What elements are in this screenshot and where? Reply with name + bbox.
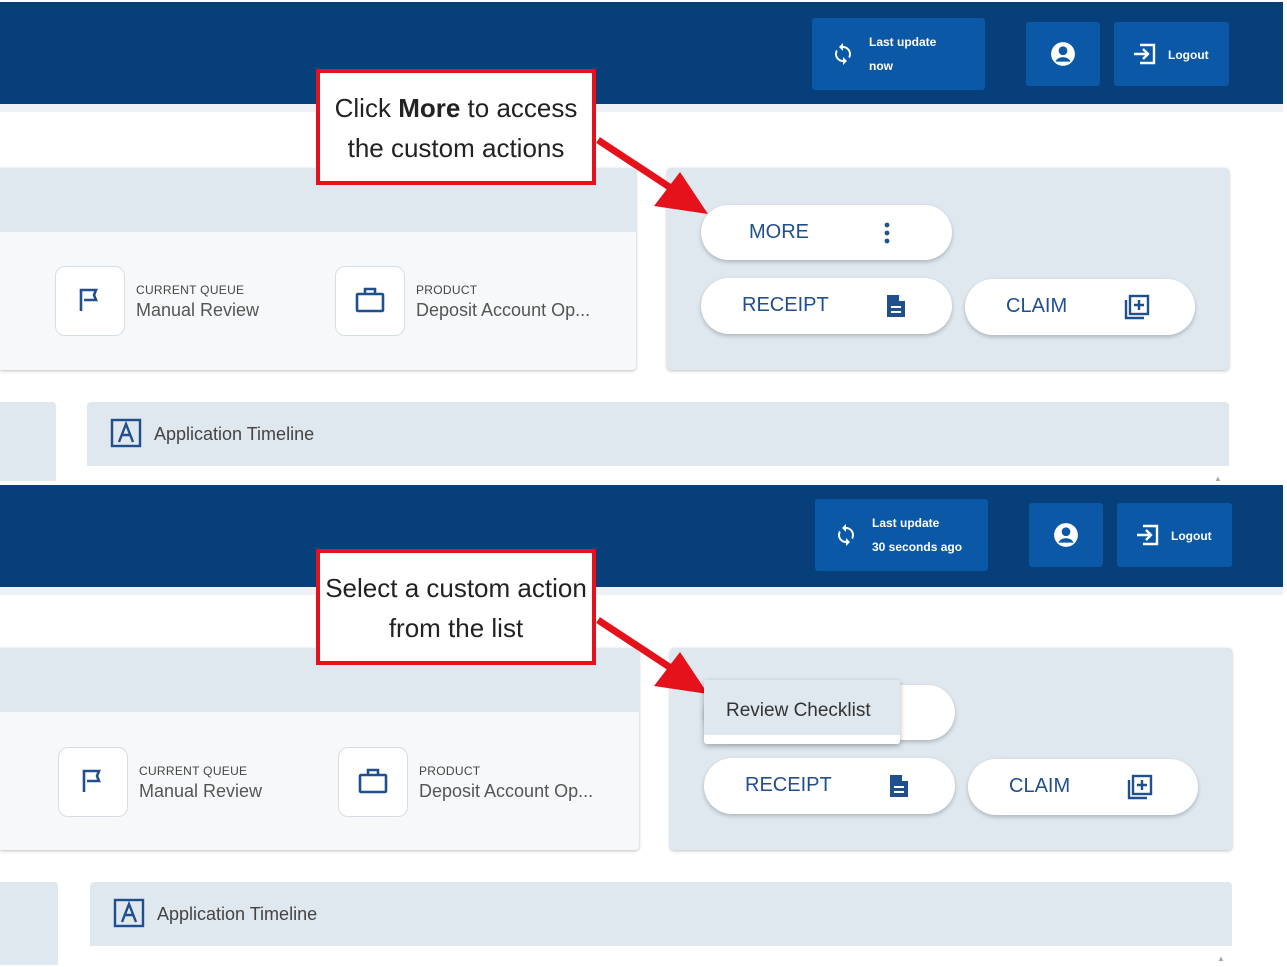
menu-item-review-checklist[interactable]: Review Checklist xyxy=(704,680,900,735)
screenshot-panel-more: Last update now Logout CURRENT QUEUE Man… xyxy=(0,0,1287,482)
callout-arrow xyxy=(596,137,708,214)
menu-item-label: Review Checklist xyxy=(726,700,871,721)
screenshot-panel-select: Last update 30 seconds ago Logout CURREN… xyxy=(0,483,1287,965)
custom-actions-menu: Review Checklist xyxy=(704,680,900,744)
callout-arrow xyxy=(596,617,708,694)
